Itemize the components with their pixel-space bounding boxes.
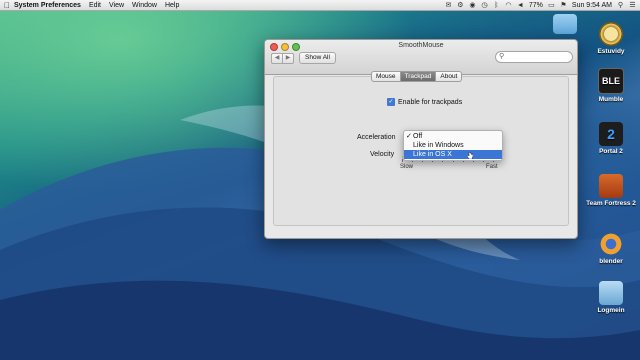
forward-icon[interactable]: ▶: [283, 53, 294, 64]
battery-percent[interactable]: 77%: [529, 2, 543, 9]
desktop-icon-label: Team Fortress 2: [586, 200, 636, 207]
portal2-icon: 2: [599, 122, 623, 146]
fast-label: Fast: [486, 164, 498, 170]
acceleration-dropdown-menu[interactable]: ✓ Off Like in Windows Like in OS X: [403, 130, 503, 161]
desktop-icon-label: Portal 2: [599, 148, 623, 155]
desktop-icon-label: Logmein: [597, 307, 625, 314]
record-icon[interactable]: ◉: [469, 2, 476, 9]
time-machine-icon[interactable]: ◷: [481, 2, 488, 9]
option-label: Like in OS X: [413, 151, 452, 158]
desktop-icon-logmein[interactable]: Logmein: [586, 281, 636, 314]
menu-edit[interactable]: Edit: [89, 2, 101, 9]
gear-icon[interactable]: ⚙: [457, 2, 464, 9]
menu-bar:  System Preferences Edit View Window He…: [0, 0, 640, 11]
desktop-icon-portal2[interactable]: 2 Portal 2: [586, 122, 636, 155]
menu-view[interactable]: View: [109, 2, 124, 9]
folder-icon: [599, 281, 623, 305]
dropdown-option-like-windows[interactable]: Like in Windows: [404, 141, 502, 150]
window-titlebar[interactable]: SmoothMouse ◀ ▶ Show All ⚲: [265, 40, 577, 75]
dropdown-option-off[interactable]: ✓ Off: [404, 132, 502, 141]
checkmark-icon: ✓: [406, 133, 412, 140]
slow-label: Slow: [400, 164, 414, 170]
notification-center-icon[interactable]: ☰: [629, 2, 636, 9]
menu-help[interactable]: Help: [165, 2, 179, 9]
blender-icon: [599, 232, 623, 256]
mouse-pointer-icon: [467, 152, 473, 159]
mail-icon[interactable]: ✉: [445, 2, 452, 9]
option-label: Off: [413, 133, 423, 140]
enable-trackpads-label: Enable for trackpads: [398, 98, 463, 106]
status-area: ✉ ⚙ ◉ ◷ ᛒ ◠ ◄ 77% ▭ ⚑ Sun 9:54 AM ⚲ ☰: [445, 0, 636, 10]
enable-trackpads-row[interactable]: ✓ Enable for trackpads: [387, 98, 462, 106]
tab-about[interactable]: About: [436, 71, 463, 82]
search-input[interactable]: ⚲: [495, 51, 573, 63]
desktop-icon-mumble[interactable]: BLE Mumble: [586, 68, 636, 103]
spotlight-icon[interactable]: ⚲: [617, 2, 624, 9]
back-icon[interactable]: ◀: [271, 53, 283, 64]
folder-icon: [553, 14, 577, 34]
window-title: SmoothMouse: [398, 42, 444, 49]
wifi-icon[interactable]: ◠: [505, 2, 512, 9]
mumble-icon: BLE: [598, 68, 624, 94]
enable-trackpads-checkbox[interactable]: ✓: [387, 98, 395, 106]
desktop-icon-label: blender: [599, 258, 623, 265]
tab-mouse[interactable]: Mouse: [371, 71, 401, 82]
option-label: Like in Windows: [413, 142, 464, 149]
menu-window[interactable]: Window: [132, 2, 157, 9]
velocity-label: Velocity: [370, 151, 395, 158]
apple-menu-icon[interactable]: : [0, 1, 14, 10]
tab-bar: Mouse Trackpad About: [371, 71, 463, 82]
desktop-icon-label: Estuvidy: [597, 48, 625, 55]
desktop-folder-top[interactable]: [540, 14, 590, 36]
search-icon: ⚲: [499, 53, 505, 60]
desktop-icon-blender[interactable]: blender: [586, 232, 636, 265]
bluetooth-icon[interactable]: ᛒ: [493, 2, 500, 9]
settings-panel: ✓ Enable for trackpads Acceleration Velo…: [273, 76, 569, 226]
clock[interactable]: Sun 9:54 AM: [572, 2, 612, 9]
desktop-icon-tf2[interactable]: Team Fortress 2: [586, 174, 636, 207]
tf2-icon: [599, 174, 623, 198]
volume-icon[interactable]: ◄: [517, 2, 524, 9]
app-menu[interactable]: System Preferences: [14, 2, 81, 9]
smoothmouse-window: SmoothMouse ◀ ▶ Show All ⚲ Mouse Trackpa…: [264, 39, 578, 239]
desktop-icon-estuvidy[interactable]: Estuvidy: [586, 22, 636, 55]
nav-buttons: ◀ ▶: [271, 53, 294, 64]
desktop-icon-label: Mumble: [598, 96, 624, 103]
tab-trackpad[interactable]: Trackpad: [400, 71, 437, 82]
acceleration-label: Acceleration: [357, 134, 396, 141]
flag-icon[interactable]: ⚑: [560, 2, 567, 9]
dropdown-option-like-osx[interactable]: Like in OS X: [404, 150, 502, 159]
show-all-button[interactable]: Show All: [299, 52, 336, 64]
clock-icon: [599, 22, 623, 46]
battery-icon[interactable]: ▭: [548, 2, 555, 9]
